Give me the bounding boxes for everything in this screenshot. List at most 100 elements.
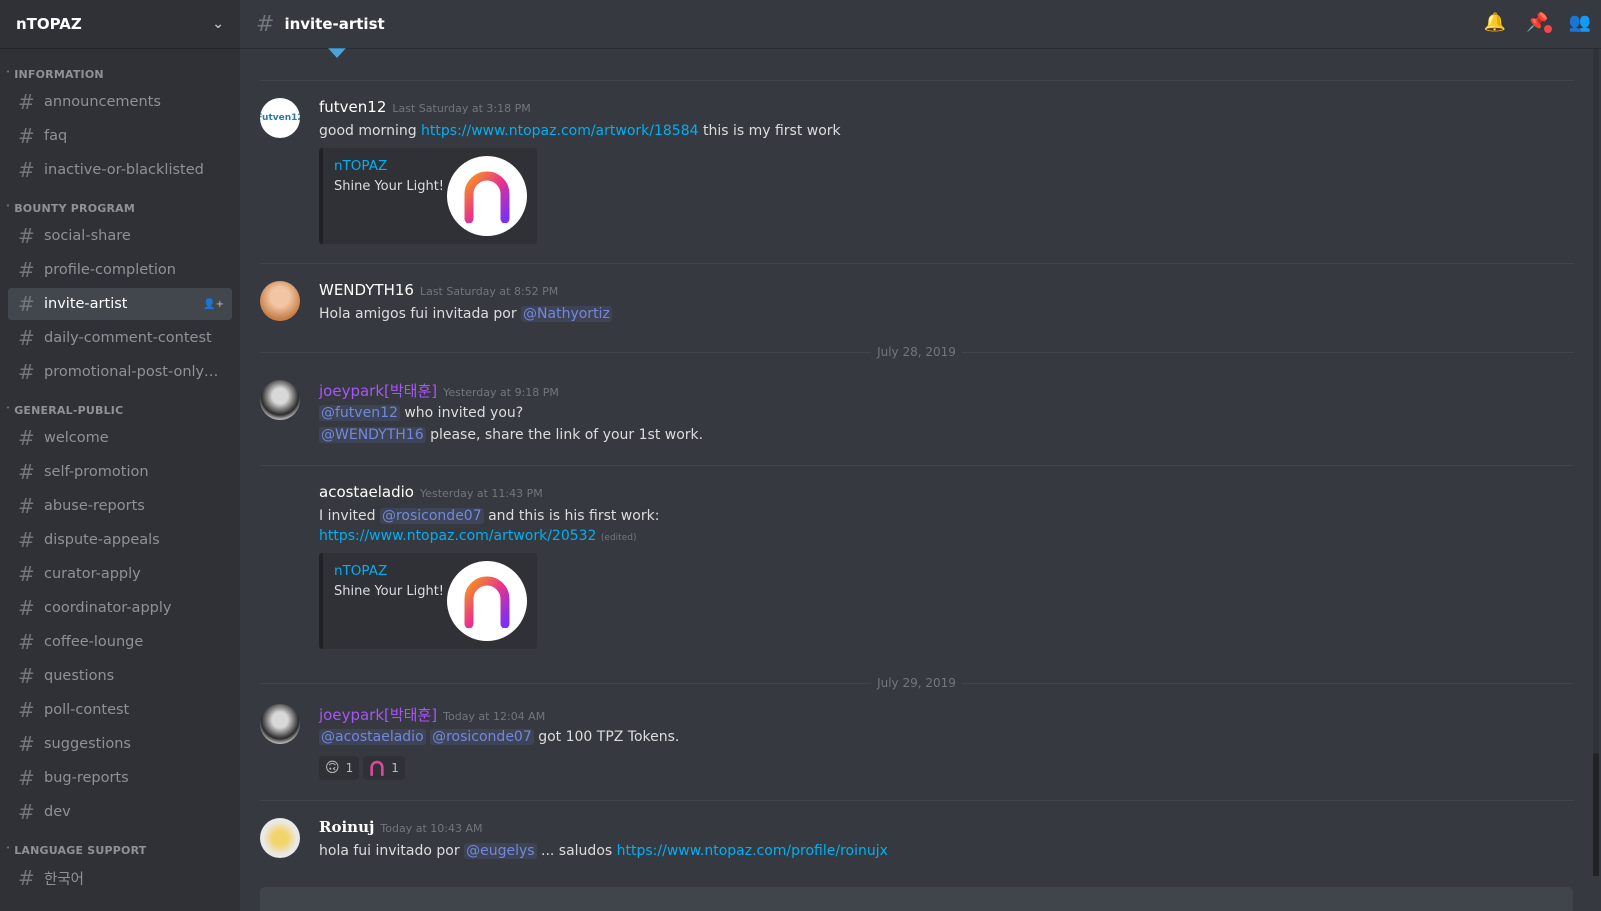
avatar[interactable] — [260, 281, 300, 321]
sidebar-channel-item[interactable]: # social-share — [8, 220, 232, 252]
message-link[interactable]: https://www.ntopaz.com/artwork/18584 — [421, 123, 698, 139]
hash-icon: # — [18, 360, 35, 384]
reaction-ntopaz[interactable]: 1 — [363, 756, 405, 780]
ntopaz-logo-icon[interactable] — [447, 561, 527, 641]
author-name[interactable]: WENDYTH16 — [319, 281, 414, 299]
channel-title: invite-artist — [284, 15, 385, 33]
scrollbar-thumb[interactable] — [1593, 753, 1599, 876]
sidebar-channel-item[interactable]: # promotional-post-only-f... — [8, 356, 232, 388]
category-header[interactable]: ˅ LANGUAGE SUPPORT — [0, 840, 240, 860]
sidebar-channel-item[interactable]: # coffee-lounge — [8, 626, 232, 658]
user-mention[interactable]: @rosiconde07 — [430, 729, 534, 745]
embed-provider[interactable]: nTOPAZ — [334, 158, 387, 174]
channel-label: profile-completion — [44, 262, 176, 278]
avatar[interactable] — [260, 704, 300, 744]
message-text: I invited @rosiconde07 and this is his f… — [319, 505, 1573, 527]
category-header[interactable]: ˅ BOUNTY PROGRAM — [0, 198, 240, 218]
author-name[interactable]: Roinuj — [319, 818, 374, 836]
chevron-down-icon: ˅ — [6, 69, 11, 79]
message-composer[interactable] — [260, 887, 1573, 911]
sidebar-channel-item[interactable]: # inactive-or-blacklisted — [8, 154, 232, 186]
message-divider — [260, 80, 1573, 81]
chat-area: # invite-artist 🔔 📌 👥 Futven12 futven12 L… — [240, 0, 1601, 911]
sidebar-channel-item[interactable]: # curator-apply — [8, 558, 232, 590]
channel-label: self-promotion — [44, 464, 149, 480]
message-joeypark-2: joeypark[박태훈] Today at 12:04 AM @acostael… — [260, 704, 1573, 780]
ntopaz-logo-icon[interactable] — [447, 156, 527, 236]
message-link[interactable]: https://www.ntopaz.com/profile/roinujx — [617, 843, 888, 859]
sidebar-channel-item[interactable]: # profile-completion — [8, 254, 232, 286]
message-wendyth16: WENDYTH16 Last Saturday at 8:52 PM Hola a… — [260, 281, 1573, 325]
sidebar-channel-item[interactable]: # coordinator-apply — [8, 592, 232, 624]
sidebar-channel-item[interactable]: # 한국어 — [8, 862, 232, 894]
category-header[interactable]: ˅ GENERAL-PUBLIC — [0, 400, 240, 420]
user-mention[interactable]: @eugelys — [464, 843, 537, 859]
message-acostaeladio: acostaeladio Yesterday at 11:43 PM I invi… — [260, 483, 1573, 649]
hash-icon: # — [18, 766, 35, 790]
hash-icon: # — [18, 866, 35, 890]
user-mention[interactable]: @WENDYTH16 — [319, 427, 426, 443]
category-header[interactable]: ˅ INFORMATION — [0, 64, 240, 84]
members-icon[interactable]: 👥 — [1569, 12, 1591, 33]
hash-icon: # — [18, 326, 35, 350]
sidebar-channel-item[interactable]: # faq — [8, 120, 232, 152]
embed-provider[interactable]: nTOPAZ — [334, 563, 387, 579]
category-label: INFORMATION — [14, 67, 104, 81]
avatar[interactable]: Futven12 — [260, 98, 300, 138]
author-name[interactable]: joeypark[박태훈] — [319, 704, 437, 725]
server-name: nTOPAZ — [16, 15, 82, 33]
channel-label: abuse-reports — [44, 498, 145, 514]
avatar-text: Futven12 — [260, 113, 300, 123]
create-invite-icon[interactable]: 👤+ — [203, 299, 224, 310]
hash-icon: # — [18, 224, 35, 248]
user-mention[interactable]: @Nathyortiz — [521, 306, 612, 322]
channel-label: dev — [44, 804, 71, 820]
hash-icon: # — [18, 494, 35, 518]
sidebar-channel-item[interactable]: # dispute-appeals — [8, 524, 232, 556]
sidebar-channel-item[interactable]: # self-promotion — [8, 456, 232, 488]
sidebar-channel-item[interactable]: # suggestions — [8, 728, 232, 760]
channel-label: promotional-post-only-f... — [44, 364, 219, 380]
sidebar-channel-item[interactable]: # daily-comment-contest — [8, 322, 232, 354]
author-name[interactable]: acostaeladio — [319, 483, 414, 501]
message-link[interactable]: https://www.ntopaz.com/artwork/20532 — [319, 528, 596, 544]
author-name[interactable]: futven12 — [319, 98, 386, 116]
message-roinuj: Roinuj Today at 10:43 AM hola fui invitad… — [260, 818, 1573, 862]
link-embed: nTOPAZ Shine Your Light! — [319, 553, 537, 649]
scrollbar-track[interactable] — [1593, 48, 1599, 876]
reaction-count: 1 — [345, 761, 354, 775]
sidebar-channel-item[interactable]: # welcome — [8, 422, 232, 454]
pin-icon[interactable]: 📌 — [1526, 12, 1552, 33]
sidebar-channel-item[interactable]: # abuse-reports — [8, 490, 232, 522]
new-message-marker — [328, 48, 346, 58]
hash-icon: # — [18, 426, 35, 450]
hash-icon: # — [18, 562, 35, 586]
avatar[interactable] — [260, 380, 300, 420]
sidebar-channel-item[interactable]: # announcements — [8, 86, 232, 118]
server-header[interactable]: nTOPAZ ⌄ — [0, 0, 240, 48]
chevron-down-icon[interactable]: ⌄ — [212, 16, 224, 32]
channel-label: curator-apply — [44, 566, 141, 582]
author-name[interactable]: joeypark[박태훈] — [319, 380, 437, 401]
message-list[interactable]: Futven12 futven12 Last Saturday at 3:18 P… — [240, 48, 1601, 876]
sidebar-channel-item[interactable]: # questions — [8, 660, 232, 692]
category-label: LANGUAGE SUPPORT — [14, 843, 147, 857]
user-mention[interactable]: @acostaeladio — [319, 729, 426, 745]
hash-icon: # — [18, 698, 35, 722]
embed-description: Shine Your Light! — [334, 584, 445, 599]
timestamp: Last Saturday at 3:18 PM — [392, 102, 531, 115]
avatar[interactable] — [260, 818, 300, 858]
sidebar-channel-item[interactable]: # dev — [8, 796, 232, 828]
user-mention[interactable]: @futven12 — [319, 405, 400, 421]
ntopaz-emoji-icon — [370, 760, 384, 776]
sidebar-channel-item[interactable]: # invite-artist 👤+ — [8, 288, 232, 320]
sidebar-channel-item[interactable]: # bug-reports — [8, 762, 232, 794]
channel-header: # invite-artist 🔔 📌 👥 — [240, 0, 1601, 48]
message-divider — [260, 465, 1573, 466]
user-mention[interactable]: @rosiconde07 — [379, 508, 484, 524]
bell-icon[interactable]: 🔔 — [1484, 12, 1506, 33]
reaction-upside-down-face[interactable]: 🙃 1 — [319, 756, 360, 780]
sidebar-channel-item[interactable]: # poll-contest — [8, 694, 232, 726]
message-joeypark: joeypark[박태훈] Yesterday at 9:18 PM @futve… — [260, 380, 1573, 446]
hash-icon: # — [18, 158, 35, 182]
